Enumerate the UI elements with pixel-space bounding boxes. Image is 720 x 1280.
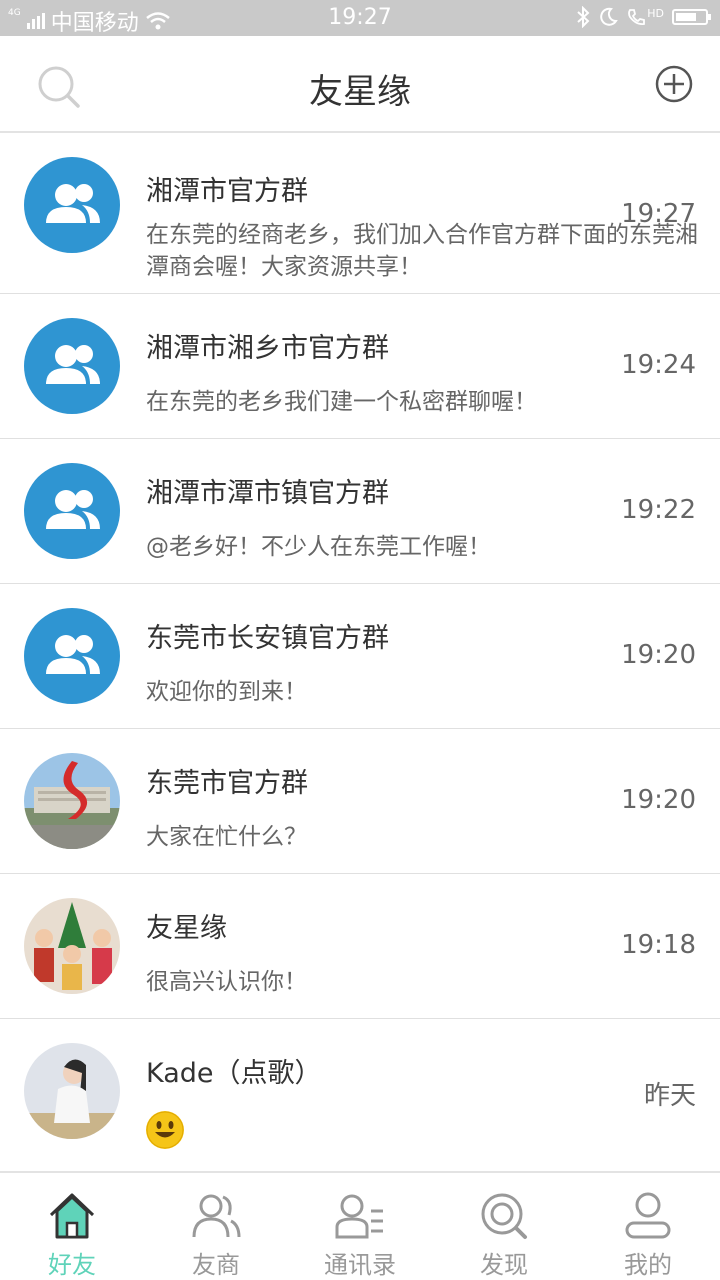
conversation-list: 湘潭市官方群 在东莞的经商老乡，我们加入合作官方群下面的东莞湘潭商会喔！大家资源… xyxy=(0,133,720,1164)
conversation-name: 湘潭市官方群 xyxy=(146,176,308,207)
bottom-tab-bar: 好友 友商 通讯录 发现 我的 xyxy=(0,1171,720,1280)
conversation-time: 19:20 xyxy=(621,640,696,670)
conversation-time: 19:18 xyxy=(621,930,696,960)
conversation-name: 友星缘 xyxy=(146,913,227,944)
tab-label: 友商 xyxy=(192,1251,240,1279)
conversation-row[interactable]: 东莞市长安镇官方群 欢迎你的到来！ 19:20 xyxy=(0,584,720,729)
conversation-time: 19:22 xyxy=(621,495,696,525)
app-header: 友星缘 xyxy=(0,36,720,133)
tab-contacts[interactable]: 通讯录 xyxy=(288,1173,432,1280)
tab-label: 发现 xyxy=(480,1251,528,1279)
conversation-time: 昨天 xyxy=(643,1081,696,1111)
hd-label: HD xyxy=(647,7,664,20)
conversation-preview: 在东莞的老乡我们建一个私密群聊喔！ xyxy=(146,389,537,415)
bluetooth-icon xyxy=(577,6,590,28)
tab-label: 通讯录 xyxy=(324,1251,396,1279)
conversation-row[interactable]: 湘潭市湘乡市官方群 在东莞的老乡我们建一个私密群聊喔！ 19:24 xyxy=(0,294,720,439)
conversation-name: 东莞市长安镇官方群 xyxy=(146,623,389,654)
group-avatar-icon xyxy=(24,463,120,559)
conversation-name: Kade（点歌） xyxy=(146,1058,322,1089)
tab-label: 我的 xyxy=(624,1251,672,1279)
conversation-preview: 在东莞的经商老乡，我们加入合作官方群下面的东莞湘潭商会喔！大家资源共享！ xyxy=(146,222,698,280)
group-avatar-icon xyxy=(24,157,120,253)
conversation-preview: 很高兴认识你！ xyxy=(146,969,307,995)
tab-friends[interactable]: 好友 xyxy=(0,1173,144,1280)
landmark-avatar xyxy=(24,753,120,849)
home-icon xyxy=(49,1193,95,1239)
conversation-row[interactable]: 东莞市官方群 大家在忙什么？ 19:20 xyxy=(0,729,720,874)
conversation-row[interactable]: 友星缘 很高兴认识你！ 19:18 xyxy=(0,874,720,1019)
status-bar: 4G 中国移动 19:27 HD xyxy=(0,0,720,36)
conversation-time: 19:27 xyxy=(621,199,696,229)
conversation-name: 东莞市官方群 xyxy=(146,768,308,799)
smiling-face-emoji-icon xyxy=(146,1111,184,1149)
conversation-preview: @老乡好！不少人在东莞工作喔！ xyxy=(146,534,491,560)
profile-icon xyxy=(625,1192,671,1239)
users-icon xyxy=(192,1194,241,1238)
children-avatar xyxy=(24,898,120,994)
conversation-preview: 大家在忙什么？ xyxy=(146,824,307,850)
battery-icon xyxy=(672,9,711,25)
group-avatar-icon xyxy=(24,318,120,414)
woman-avatar xyxy=(24,1043,120,1139)
group-avatar-icon xyxy=(24,608,120,704)
conversation-preview: 欢迎你的到来！ xyxy=(146,679,307,705)
tab-me[interactable]: 我的 xyxy=(576,1173,720,1280)
conversation-name: 湘潭市潭市镇官方群 xyxy=(146,478,389,509)
conversation-time: 19:24 xyxy=(621,350,696,380)
conversation-row[interactable]: 湘潭市潭市镇官方群 @老乡好！不少人在东莞工作喔！ 19:22 xyxy=(0,439,720,584)
page-title: 友星缘 xyxy=(309,72,411,112)
tab-label: 好友 xyxy=(48,1251,96,1279)
conversation-row[interactable]: Kade（点歌） 昨天 xyxy=(0,1019,720,1164)
tab-discover[interactable]: 发现 xyxy=(432,1173,576,1280)
status-right: HD xyxy=(576,6,711,28)
conversation-name: 湘潭市湘乡市官方群 xyxy=(146,333,389,364)
conversation-time: 19:20 xyxy=(621,785,696,815)
discover-icon xyxy=(481,1193,527,1239)
hd-call-icon: HD xyxy=(626,7,664,27)
add-icon[interactable] xyxy=(654,64,694,104)
contacts-icon xyxy=(335,1194,383,1239)
conversation-row[interactable]: 湘潭市官方群 在东莞的经商老乡，我们加入合作官方群下面的东莞湘潭商会喔！大家资源… xyxy=(0,133,720,294)
moon-icon xyxy=(600,7,619,26)
tab-business[interactable]: 友商 xyxy=(144,1173,288,1280)
